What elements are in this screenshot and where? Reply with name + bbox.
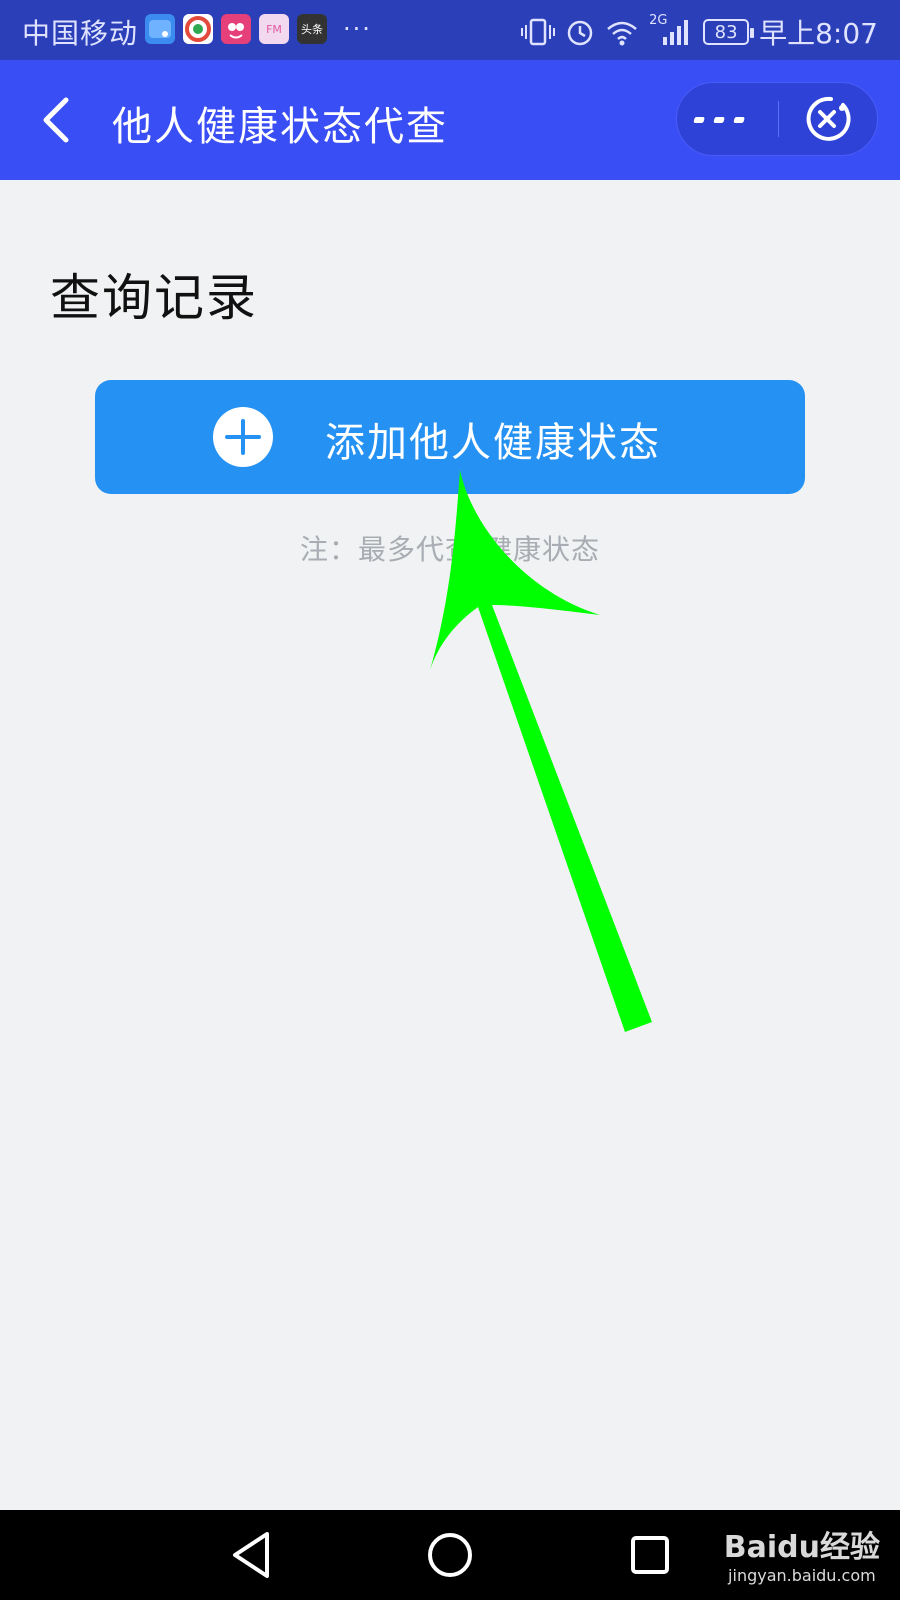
miniprogram-capsule [676, 82, 878, 156]
page-title: 他人健康状态代查 [112, 104, 448, 150]
system-recents-button[interactable] [615, 1524, 685, 1586]
baidu-jingyan-watermark: Baidu经验 jingyan.baidu.com [724, 1522, 880, 1585]
cartoon-app-icon [221, 14, 251, 44]
system-back-button[interactable] [215, 1524, 285, 1586]
watermark-url: jingyan.baidu.com [728, 1566, 876, 1585]
circle-home-icon [428, 1533, 472, 1577]
weibo-blue-icon [145, 14, 175, 44]
watermark-brand: Baidu经验 [723, 1530, 880, 1565]
carrier-name: 中国移动 [22, 17, 139, 50]
square-recents-icon [631, 1536, 669, 1574]
close-miniprogram-button[interactable] [779, 83, 877, 155]
add-health-status-button[interactable]: 添加他人健康状态 [95, 380, 805, 494]
query-limit-note: 注：最多代查 健康状态 [300, 533, 600, 566]
more-menu-button[interactable] [677, 83, 777, 155]
fm-radio-icon: FM [259, 14, 289, 44]
nav-bar: 他人健康状态代查 [0, 60, 900, 180]
close-circle-icon [806, 96, 851, 141]
green-pointer-arrow [430, 470, 652, 1032]
wifi-icon [607, 21, 637, 46]
alarm-icon [567, 20, 593, 46]
toutiao-icon: 头条 [297, 14, 327, 44]
triangle-back-icon [233, 1532, 269, 1578]
plus-circle-icon [213, 407, 273, 467]
add-button-label: 添加他人健康状态 [325, 420, 661, 466]
signal-icon: 2G [649, 13, 693, 47]
browser-icon [183, 14, 213, 44]
query-records-title: 查询记录 [50, 269, 258, 327]
status-bar: 中国移动 FM 头条 ··· 2G 83 早上8:07 [0, 0, 900, 60]
more-notifications: ··· [343, 15, 372, 43]
more-dots-icon [693, 117, 745, 123]
battery-indicator: 83 [703, 19, 755, 45]
back-button[interactable] [34, 90, 84, 150]
system-home-button[interactable] [415, 1524, 485, 1586]
clock: 早上8:07 [759, 17, 878, 50]
status-indicators: 2G 83 早上8:07 [521, 12, 878, 52]
system-nav-bar: Baidu经验 jingyan.baidu.com [0, 1510, 900, 1600]
vibrate-icon [521, 18, 556, 46]
back-arrow-icon [43, 97, 69, 143]
notification-icons: FM 头条 ··· [145, 14, 372, 44]
